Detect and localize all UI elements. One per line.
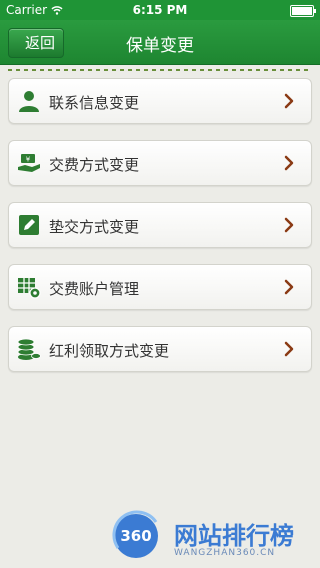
menu-item-label: 联系信息变更 [49,94,140,112]
decorative-divider [8,69,312,71]
chevron-right-icon [284,279,294,295]
menu-item-payment-method[interactable]: ¥ 交费方式变更 [8,140,312,186]
menu-item-payment-account[interactable]: 交费账户管理 [8,264,312,310]
page-title: 保单变更 [126,36,194,56]
chevron-right-icon [284,93,294,109]
menu-item-label: 交费账户管理 [49,280,140,298]
watermark-logo: 360 [112,510,158,558]
watermark-title: 网站排行榜 [174,522,294,550]
chevron-right-icon [284,341,294,357]
watermark: 360 网站排行榜 WANGZHAN360.CN [104,506,314,562]
money-hand-icon: ¥ [18,154,40,172]
watermark-logo-text: 360 [120,527,151,545]
edit-icon [19,215,39,235]
person-icon [19,91,39,112]
menu-item-label: 交费方式变更 [49,156,140,174]
chevron-right-icon [284,217,294,233]
status-time: 6:15 PM [132,3,188,17]
status-bar: Carrier 6:15 PM [0,0,320,20]
battery-icon [290,5,316,17]
table-gear-icon [18,278,41,299]
menu-item-label: 垫交方式变更 [49,218,140,236]
menu-list: 联系信息变更 ¥ 交费方式变更 垫交方式变更 交费账户管理 红利领取方式变更 [8,78,312,388]
menu-item-dividend-method[interactable]: 红利领取方式变更 [8,326,312,372]
menu-item-label: 红利领取方式变更 [49,342,170,360]
watermark-subtitle: WANGZHAN360.CN [174,548,276,558]
svg-text:¥: ¥ [26,156,31,164]
menu-item-contact-info[interactable]: 联系信息变更 [8,78,312,124]
chevron-right-icon [284,155,294,171]
nav-bar: 返回 保单变更 [0,20,320,65]
menu-item-advance-payment[interactable]: 垫交方式变更 [8,202,312,248]
coins-icon [17,338,41,360]
